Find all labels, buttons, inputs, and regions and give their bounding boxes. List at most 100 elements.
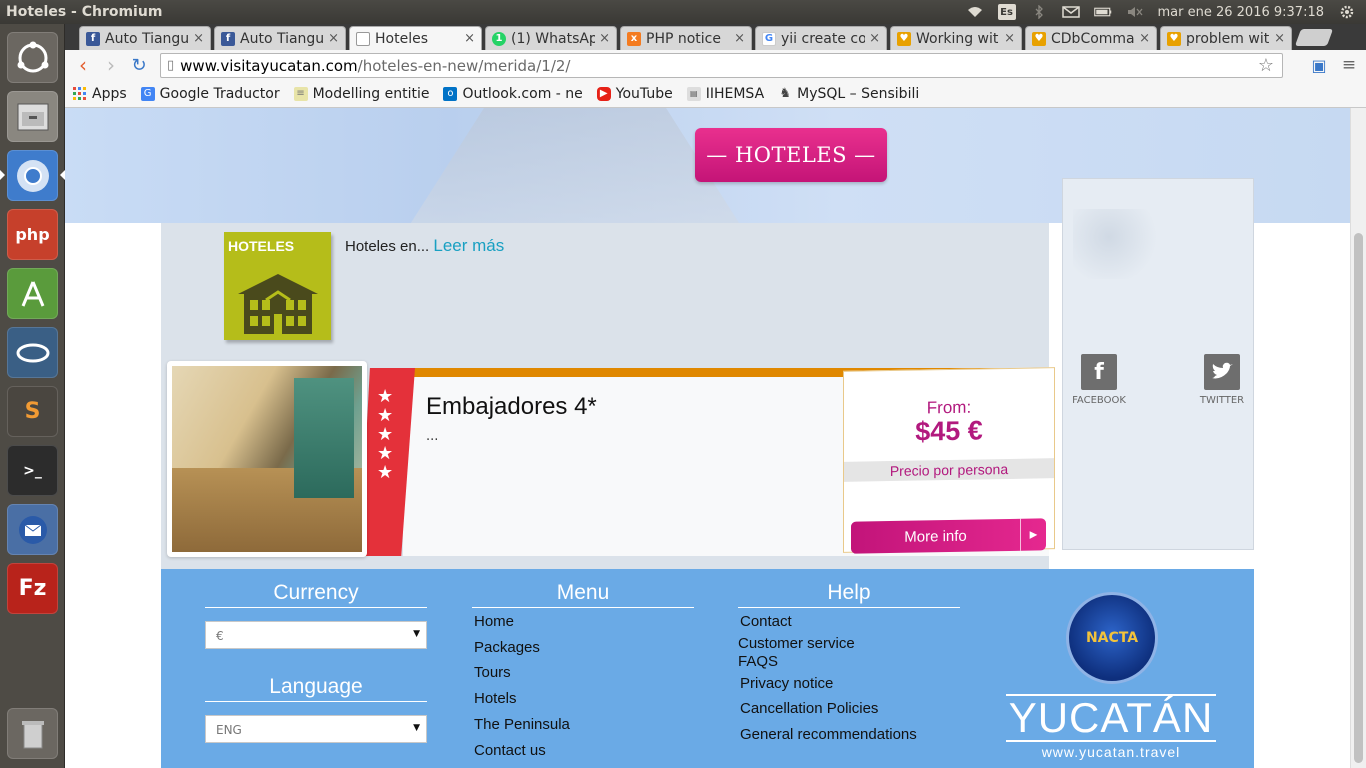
tab-auto-tiangu-2[interactable]: f Auto Tiangu × <box>214 26 346 50</box>
chromium-icon[interactable] <box>0 150 65 201</box>
intro-paragraph: Hoteles en... Leer más <box>345 236 504 256</box>
twitter-share[interactable]: TWITTER <box>1187 354 1257 406</box>
footer-link-privacy-notice[interactable]: Privacy notice <box>740 675 960 692</box>
blurred-widget-image <box>1073 209 1163 279</box>
clock[interactable]: mar ene 26 2016 9:37:18 <box>1158 5 1324 20</box>
tab-php-notice[interactable]: x PHP notice × <box>620 26 752 50</box>
star-icon: ★ <box>377 405 394 426</box>
close-icon[interactable]: × <box>1004 31 1015 46</box>
tab-auto-tiangu-1[interactable]: f Auto Tiangu × <box>79 26 211 50</box>
more-info-button[interactable]: More info ▶ <box>851 518 1046 554</box>
tab-working-with[interactable]: ♥ Working wit × <box>890 26 1022 50</box>
bookmark-mysql[interactable]: ♞ MySQL – Sensibili <box>778 86 919 102</box>
new-tab-button[interactable] <box>1294 29 1334 46</box>
url-host: www.visitayucatan.com <box>180 56 358 75</box>
footer-link-cancellation-policies[interactable]: Cancellation Policies <box>740 700 960 717</box>
thunderbird-icon[interactable] <box>7 504 58 555</box>
currency-select[interactable]: € ▼ <box>205 621 427 649</box>
php-icon[interactable]: php <box>7 209 58 260</box>
footer-link-customer-service[interactable]: Customer service <box>738 635 960 652</box>
reload-icon[interactable]: ↻ <box>125 51 153 79</box>
footer-link-contact-us[interactable]: Contact us <box>474 742 694 759</box>
language-select[interactable]: ENG ▼ <box>205 715 427 743</box>
bookmark-star-icon[interactable]: ☆ <box>1258 55 1274 76</box>
star-icon: ★ <box>377 424 394 445</box>
bookmark-modelling-entities[interactable]: ≡ Modelling entitie <box>293 86 429 102</box>
tab-hoteles[interactable]: Hoteles × <box>349 26 482 50</box>
footer-link-faqs[interactable]: FAQS <box>738 653 960 670</box>
files-icon[interactable] <box>7 91 58 142</box>
bluetooth-icon[interactable] <box>1030 5 1048 19</box>
site-icon: ▤ <box>686 86 701 101</box>
footer-menu-column: Menu Home Packages Tours Hotels The Peni… <box>472 581 694 759</box>
close-icon[interactable]: × <box>869 31 880 46</box>
hotel-photo[interactable] <box>167 361 367 557</box>
ubuntu-dash-icon[interactable] <box>7 32 58 83</box>
terminal-icon[interactable]: >_ <box>7 445 58 496</box>
footer-link-tours[interactable]: Tours <box>474 664 694 681</box>
footer-currency-column: Currency € ▼ Language ENG ▼ <box>205 581 427 743</box>
tab-cdbcommand[interactable]: ♥ CDbComma × <box>1025 26 1157 50</box>
youtube-icon: ▶ <box>596 86 611 101</box>
app-icon[interactable] <box>7 327 58 378</box>
address-bar[interactable]: ▯ www.visitayucatan.com/hoteles-en-new/m… <box>160 53 1283 78</box>
facebook-share[interactable]: f FACEBOOK <box>1064 354 1134 406</box>
window-title: Hoteles - Chromium <box>6 4 163 20</box>
footer-link-packages[interactable]: Packages <box>474 639 694 656</box>
nacta-logo[interactable]: NACTA <box>1066 592 1158 684</box>
battery-icon[interactable] <box>1093 5 1112 19</box>
footer-link-peninsula[interactable]: The Peninsula <box>474 716 694 733</box>
mail-icon[interactable] <box>1061 5 1080 19</box>
bookmark-outlook[interactable]: o Outlook.com - ne <box>443 86 583 102</box>
hotel-card: Embajadores 4* ... ★ ★ ★ ★ ★ From: $45 €… <box>167 361 1055 559</box>
footer-link-general-recommendations[interactable]: General recommendations <box>740 726 960 743</box>
language-heading: Language <box>205 675 427 702</box>
sublime-text-icon[interactable]: S <box>7 386 58 437</box>
keyboard-layout-icon[interactable]: Es <box>997 4 1016 20</box>
google-icon: G <box>762 31 776 46</box>
bookmark-iihemsa[interactable]: ▤ IIHEMSA <box>686 86 764 102</box>
apps-grid-icon <box>73 86 87 101</box>
tab-problem-with[interactable]: ♥ problem wit × <box>1160 26 1292 50</box>
close-icon[interactable]: × <box>193 31 204 46</box>
close-icon[interactable]: × <box>734 31 745 46</box>
tab-whatsapp[interactable]: 1 (1) WhatsAp × <box>485 26 617 50</box>
heart-icon: ♥ <box>897 31 911 46</box>
settings-gear-icon[interactable] <box>1338 5 1356 19</box>
wifi-icon[interactable] <box>966 5 984 19</box>
system-tray: Es mar ene 26 2016 9:37:18 <box>966 4 1366 20</box>
scrollbar-thumb[interactable] <box>1354 233 1363 763</box>
page-scrollbar[interactable] <box>1350 108 1366 768</box>
mysql-icon: ♞ <box>779 86 791 101</box>
read-more-link[interactable]: Leer más <box>433 236 504 255</box>
hoteles-section-button[interactable]: — HOTELES — <box>695 128 887 182</box>
yucatan-travel-logo[interactable]: YUCATÁN www.yucatan.travel <box>1006 694 1216 760</box>
close-icon[interactable]: × <box>464 31 475 46</box>
close-icon[interactable]: × <box>1139 31 1150 46</box>
volume-muted-icon[interactable] <box>1126 5 1144 19</box>
hotel-name[interactable]: Embajadores 4* <box>426 393 597 421</box>
cast-icon[interactable]: ▣ <box>1305 51 1333 79</box>
android-studio-icon[interactable] <box>7 268 58 319</box>
bookmark-google-traductor[interactable]: G Google Traductor <box>140 86 280 102</box>
bookmarks-bar: Apps G Google Traductor ≡ Modelling enti… <box>65 80 1366 108</box>
page-viewport: — HOTELES — HOTELES Hoteles en... Leer m… <box>65 108 1350 768</box>
footer-link-hotels[interactable]: Hotels <box>474 690 694 707</box>
menu-icon[interactable]: ≡ <box>1335 51 1363 79</box>
trash-icon[interactable] <box>7 708 58 759</box>
bookmark-apps[interactable]: Apps <box>73 86 127 102</box>
forward-icon[interactable]: › <box>97 51 125 79</box>
close-icon[interactable]: × <box>328 31 339 46</box>
unity-launcher: php S >_ Fz <box>0 24 65 768</box>
tab-yii-create[interactable]: G yii create co × <box>755 26 887 50</box>
back-icon[interactable]: ‹ <box>69 51 97 79</box>
filezilla-icon[interactable]: Fz <box>7 563 58 614</box>
page-info-icon[interactable]: ▯ <box>167 58 174 73</box>
footer-link-contact[interactable]: Contact <box>740 613 960 630</box>
site-footer: Currency € ▼ Language ENG ▼ Menu Home Pa… <box>161 569 1254 768</box>
bookmark-youtube[interactable]: ▶ YouTube <box>596 86 673 102</box>
footer-link-home[interactable]: Home <box>474 613 694 630</box>
close-icon[interactable]: × <box>1274 31 1285 46</box>
close-icon[interactable]: × <box>599 31 610 46</box>
menu-heading: Menu <box>472 581 694 608</box>
